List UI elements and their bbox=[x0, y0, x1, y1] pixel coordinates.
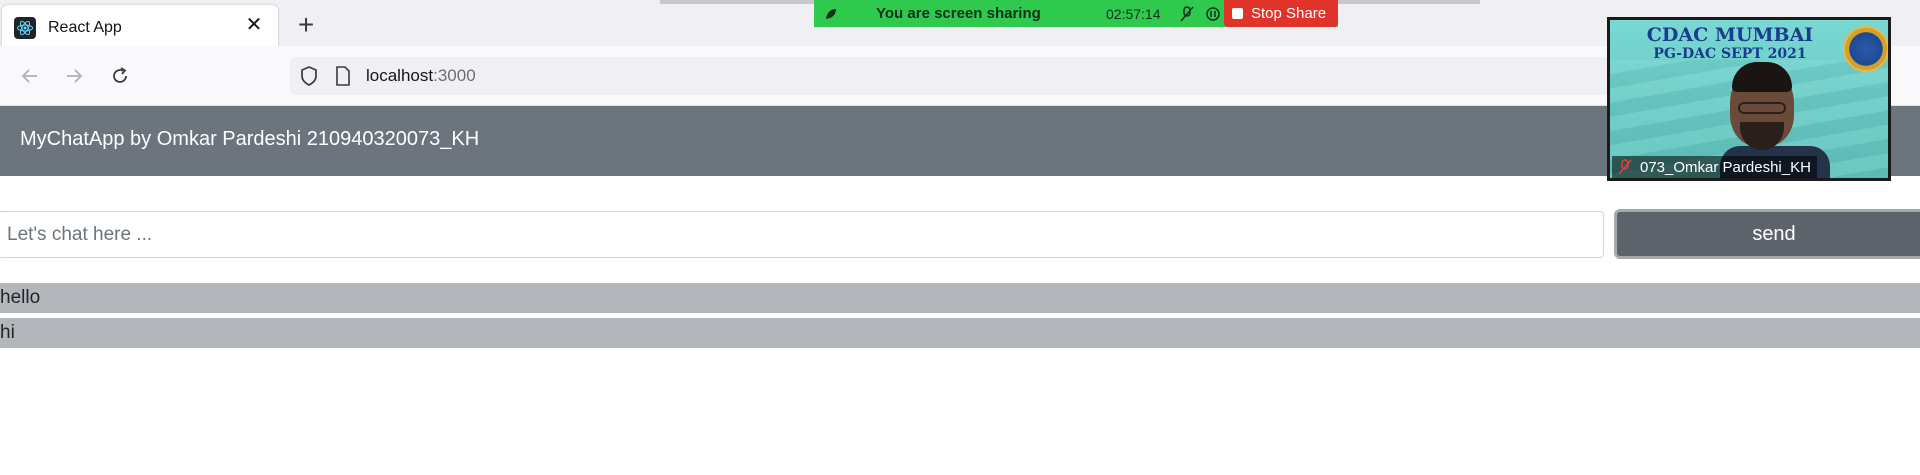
forward-arrow-icon[interactable] bbox=[58, 60, 90, 92]
stop-share-label: Stop Share bbox=[1251, 5, 1327, 22]
participant-glasses bbox=[1738, 102, 1786, 114]
leaf-icon bbox=[814, 0, 848, 27]
video-banner-subtitle: PG-DAC SEPT 2021 bbox=[1653, 46, 1807, 62]
pause-icon[interactable] bbox=[1200, 0, 1226, 27]
video-banner-title: CDAC MUMBAI bbox=[1646, 24, 1814, 46]
share-message: You are screen sharing bbox=[876, 5, 1041, 22]
reload-icon[interactable] bbox=[104, 60, 136, 92]
browser-tab[interactable]: React App ✕ bbox=[2, 5, 278, 50]
screen: React App ✕ + You are screen sharing 02:… bbox=[0, 0, 1920, 475]
url-port: :3000 bbox=[433, 66, 476, 85]
share-timer: 02:57:14 bbox=[1106, 5, 1161, 22]
cdac-logo bbox=[1843, 26, 1888, 72]
send-button[interactable]: send bbox=[1614, 209, 1920, 259]
message-item: hello bbox=[0, 283, 1920, 313]
participant-name: 073_Omkar Pardeshi_KH bbox=[1640, 158, 1811, 176]
message-item: hi bbox=[0, 318, 1920, 348]
shield-icon[interactable] bbox=[298, 65, 320, 87]
react-icon bbox=[14, 16, 36, 39]
close-icon[interactable]: ✕ bbox=[244, 15, 264, 35]
back-arrow-icon[interactable] bbox=[14, 60, 46, 92]
page-title: MyChatApp by Omkar Pardeshi 210940320073… bbox=[20, 128, 480, 150]
screen-share-bar: You are screen sharing 02:57:14 Stop Sha… bbox=[814, 0, 1338, 27]
video-thumbnail[interactable]: CDAC MUMBAI PG-DAC SEPT 2021 073_Omkar P… bbox=[1607, 17, 1891, 181]
new-tab-button[interactable]: + bbox=[292, 11, 320, 40]
url-text[interactable]: localhost:3000 bbox=[366, 66, 476, 86]
tab-title: React App bbox=[48, 18, 122, 36]
stop-icon bbox=[1232, 8, 1243, 19]
participant-name-tag: 073_Omkar Pardeshi_KH bbox=[1612, 156, 1817, 178]
url-host: localhost bbox=[366, 66, 434, 85]
mic-off-icon bbox=[1616, 158, 1634, 176]
url-bar[interactable]: localhost:3000 bbox=[290, 57, 1690, 95]
mic-off-icon[interactable] bbox=[1174, 0, 1200, 27]
page-icon[interactable] bbox=[332, 65, 354, 87]
chat-input[interactable] bbox=[0, 211, 1604, 258]
stop-share-button[interactable]: Stop Share bbox=[1224, 0, 1338, 27]
